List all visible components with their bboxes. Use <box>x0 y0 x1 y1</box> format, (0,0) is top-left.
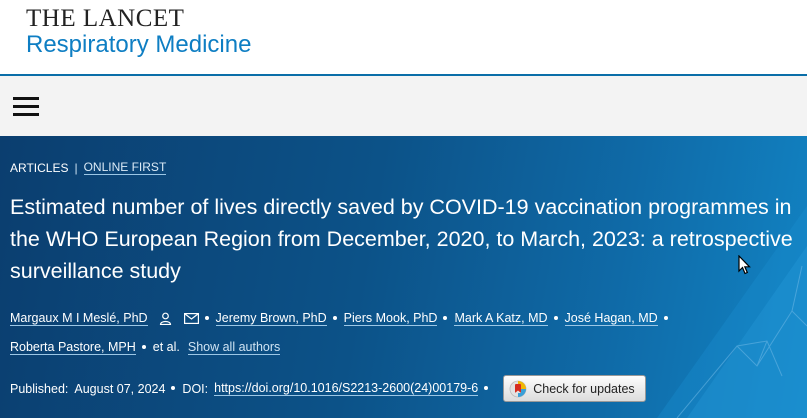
nav-bar <box>0 76 807 136</box>
article-meta: ARTICLES | ONLINE FIRST <box>10 160 167 175</box>
mouse-cursor-icon <box>738 255 751 275</box>
show-all-authors-link[interactable]: Show all authors <box>187 340 281 355</box>
author-list: Margaux M I Meslé, PhD Jeremy Brown, PhD… <box>10 304 790 362</box>
journal-logo-publisher[interactable]: THE LANCET <box>26 5 184 33</box>
author-link[interactable]: Jeremy Brown, PhD <box>215 311 327 326</box>
et-al-label: et al. <box>152 340 180 354</box>
publication-info: Published: August 07, 2024 DOI: https://… <box>10 375 647 402</box>
online-first-link[interactable]: ONLINE FIRST <box>83 160 167 175</box>
hamburger-menu-icon[interactable] <box>13 97 39 117</box>
site-header: THE LANCET Respiratory Medicine <box>0 0 807 76</box>
author-separator <box>663 315 668 320</box>
author-link[interactable]: Margaux M I Meslé, PhD <box>10 311 148 326</box>
meta-separator: | <box>74 160 78 175</box>
author-separator <box>141 344 146 349</box>
person-icon[interactable] <box>159 312 172 326</box>
article-title: Estimated number of lives directly saved… <box>10 195 793 283</box>
author-separator <box>332 315 337 320</box>
info-separator <box>171 385 176 390</box>
doi-link[interactable]: https://doi.org/10.1016/S2213-2600(24)00… <box>214 381 479 396</box>
author-link[interactable]: Mark A Katz, MD <box>454 311 548 326</box>
author-separator <box>204 315 209 320</box>
article-header: ARTICLES | ONLINE FIRST Estimated number… <box>0 136 807 418</box>
published-date: August 07, 2024 <box>74 381 166 396</box>
article-type-label: ARTICLES <box>10 160 69 175</box>
info-separator <box>484 385 489 390</box>
email-icon[interactable] <box>183 313 199 325</box>
author-link[interactable]: Piers Mook, PhD <box>343 311 438 326</box>
author-link[interactable]: José Hagan, MD <box>564 311 658 326</box>
published-label: Published: <box>10 381 69 396</box>
crossmark-icon <box>509 380 527 397</box>
author-link[interactable]: Roberta Pastore, MPH <box>10 340 136 355</box>
doi-label: DOI: <box>182 381 209 396</box>
journal-logo-title[interactable]: Respiratory Medicine <box>26 31 251 59</box>
author-separator <box>443 315 448 320</box>
author-separator <box>553 315 558 320</box>
check-for-updates-label: Check for updates <box>533 381 635 396</box>
check-for-updates-button[interactable]: Check for updates <box>503 375 647 402</box>
